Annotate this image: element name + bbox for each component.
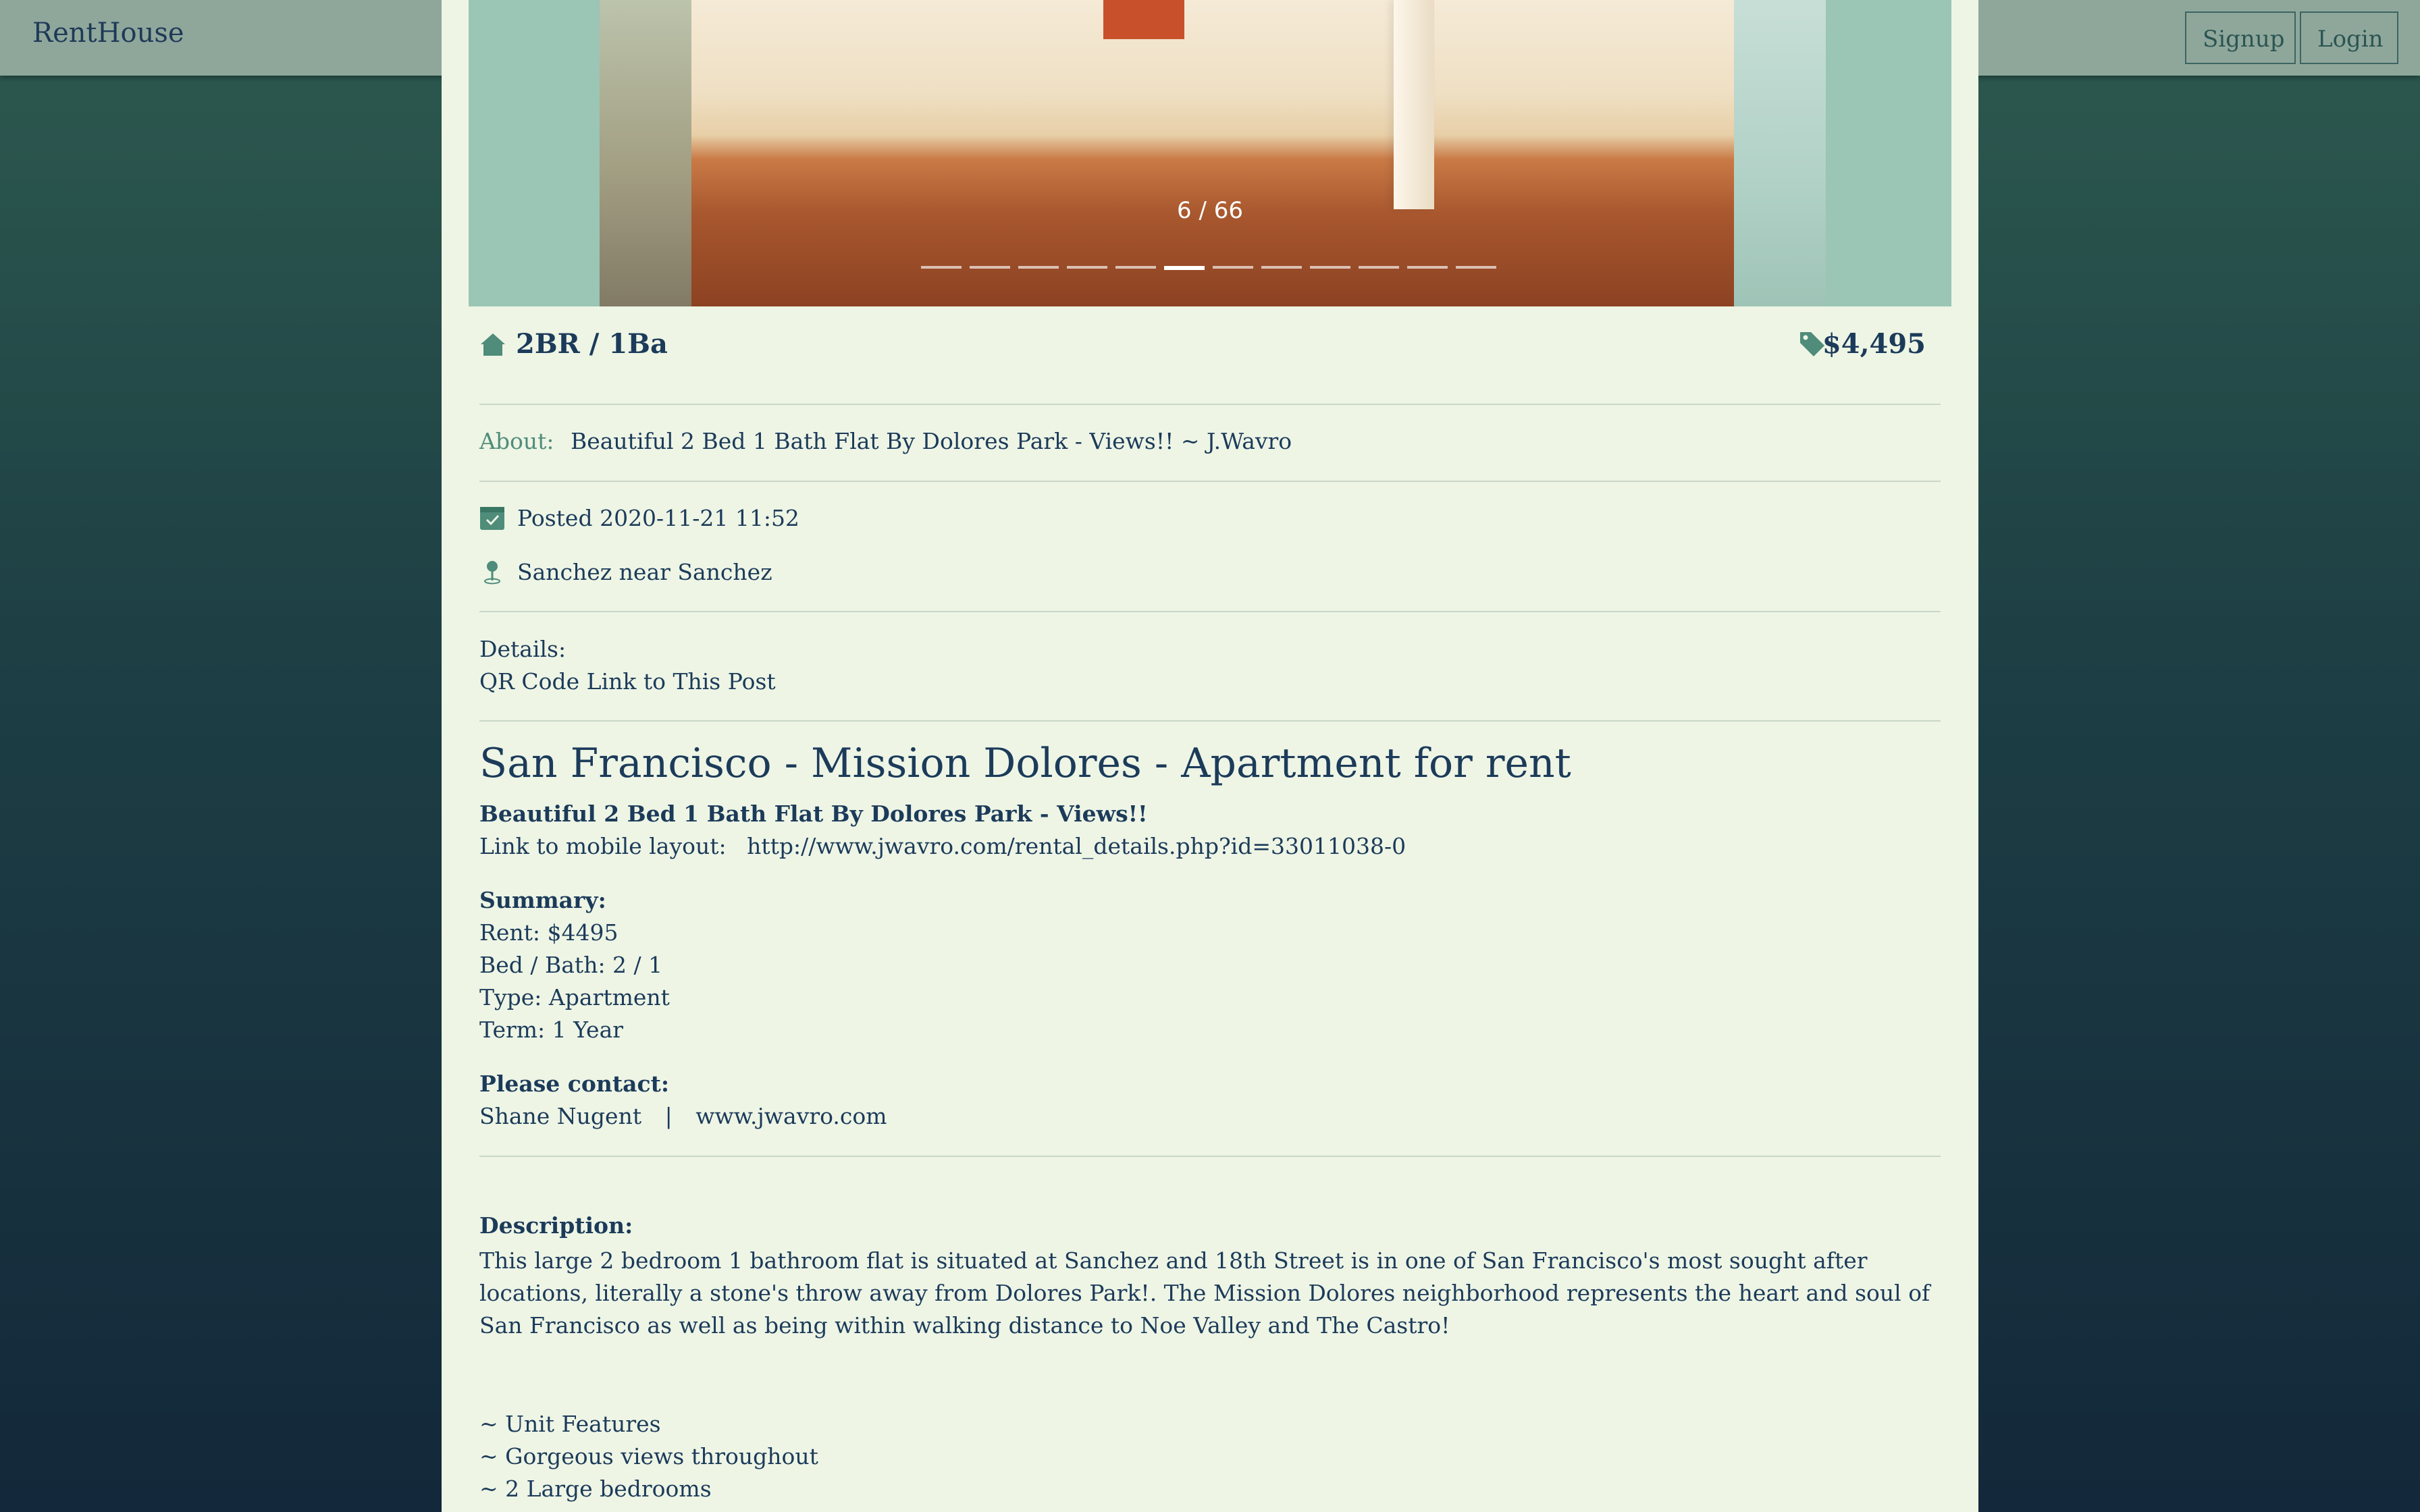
divider — [479, 481, 1941, 482]
listing-photo[interactable] — [691, 0, 1734, 306]
contact-label: Please contact: — [479, 1071, 670, 1097]
photo-counter: 6 / 66 — [1177, 197, 1243, 224]
divider — [479, 1156, 1941, 1157]
feature-item: ~ Unit Features — [479, 1411, 661, 1437]
next-photo-peek[interactable] — [1734, 0, 1826, 306]
listing-subtitle: Beautiful 2 Bed 1 Bath Flat By Dolores P… — [479, 801, 1148, 827]
feature-item: ~ Gorgeous views throughout — [479, 1443, 818, 1469]
summary-bed-bath: Bed / Bath: 2 / 1 — [479, 952, 663, 978]
gallery-dot[interactable] — [1261, 266, 1302, 269]
divider — [479, 611, 1941, 612]
about-text: Beautiful 2 Bed 1 Bath Flat By Dolores P… — [570, 428, 1292, 454]
gallery-dot[interactable] — [1213, 266, 1253, 269]
description-text: This large 2 bedroom 1 bathroom flat is … — [479, 1247, 1930, 1339]
contact-website[interactable]: www.jwavro.com — [695, 1103, 887, 1129]
posted-date: Posted 2020-11-21 11:52 — [517, 505, 799, 531]
mobile-link-row: Link to mobile layout: http://www.jwavro… — [479, 833, 1406, 859]
gallery-dot[interactable] — [921, 266, 962, 269]
listing-title: San Francisco - Mission Dolores - Apartm… — [479, 740, 1571, 787]
gallery-dot[interactable] — [1164, 266, 1205, 270]
login-button[interactable]: Login — [2300, 11, 2398, 64]
listing-headline: 2BR / 1Ba $4,495 — [479, 328, 1938, 360]
photo-pillar — [1394, 0, 1434, 209]
signup-button[interactable]: Signup — [2185, 11, 2296, 64]
about-row: About: Beautiful 2 Bed 1 Bath Flat By Do… — [479, 428, 1292, 454]
gallery-dot[interactable] — [1456, 266, 1496, 269]
gallery-dot[interactable] — [1407, 266, 1448, 269]
divider — [479, 404, 1941, 405]
gallery-dot[interactable] — [1067, 266, 1107, 269]
divider — [479, 720, 1941, 722]
summary-type: Type: Apartment — [479, 984, 670, 1010]
gallery-dot[interactable] — [1359, 266, 1399, 269]
house-icon — [481, 333, 505, 356]
description-label: Description: — [479, 1212, 633, 1239]
qr-code-link[interactable]: QR Code Link to This Post — [479, 668, 776, 695]
about-label: About: — [479, 428, 554, 454]
gallery-dot[interactable] — [1018, 266, 1059, 269]
brand-logo[interactable]: RentHouse — [32, 18, 184, 49]
contact-name: Shane Nugent — [479, 1103, 642, 1129]
photo-gallery[interactable]: 6 / 66 — [469, 0, 1951, 306]
gallery-dot[interactable] — [1310, 266, 1350, 269]
feature-item: ~ 2 Large bedrooms — [479, 1476, 712, 1502]
mobile-link-label: Link to mobile layout: — [479, 833, 727, 859]
contact-row: Shane Nugent | www.jwavro.com — [479, 1103, 887, 1129]
summary-rent: Rent: $4495 — [479, 919, 619, 946]
details-label: Details: — [479, 636, 567, 662]
beds-baths: 2BR / 1Ba — [516, 328, 668, 360]
gallery-dot[interactable] — [1115, 266, 1156, 269]
mobile-link-url[interactable]: http://www.jwavro.com/rental_details.php… — [747, 833, 1406, 859]
price: $4,495 — [1822, 328, 1926, 360]
previous-photo-peek[interactable] — [600, 0, 693, 306]
summary-term: Term: 1 Year — [479, 1017, 624, 1043]
location-pin-icon — [484, 561, 500, 585]
gallery-dot[interactable] — [970, 266, 1010, 269]
contact-separator: | — [664, 1103, 673, 1129]
summary-label: Summary: — [479, 887, 606, 913]
photo-doorway — [1103, 0, 1184, 39]
location: Sanchez near Sanchez — [517, 559, 772, 585]
calendar-icon — [480, 507, 504, 530]
